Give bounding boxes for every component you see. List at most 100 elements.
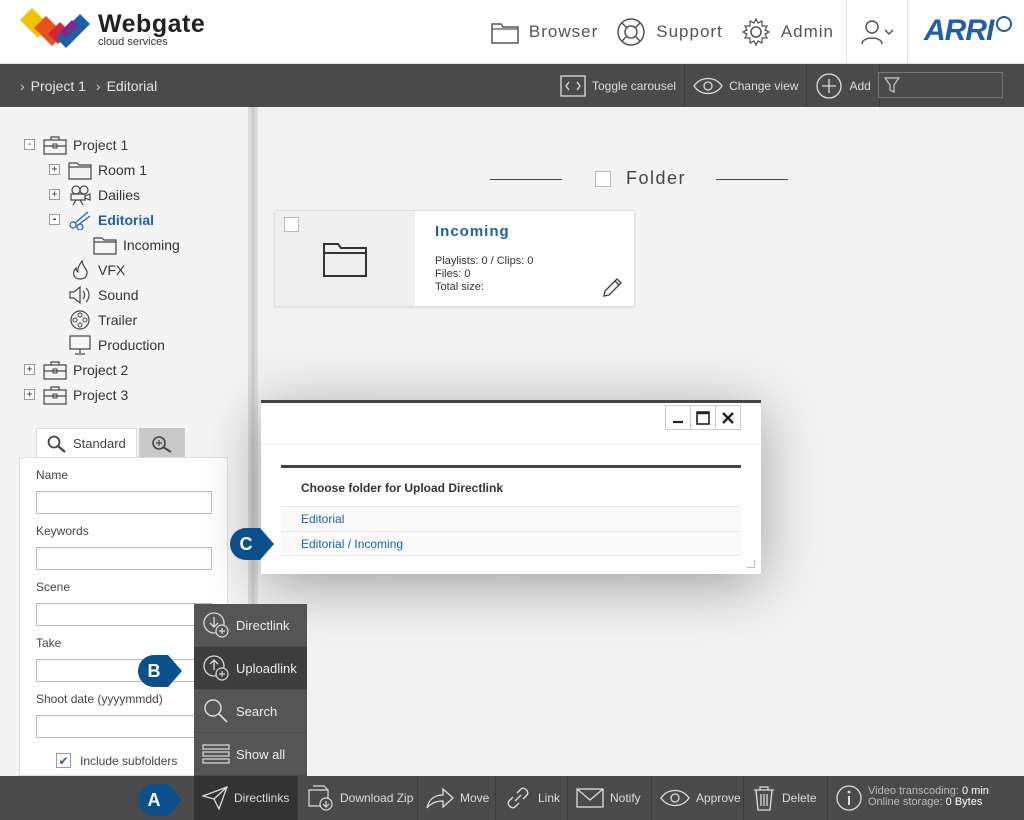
folder-card-incoming[interactable]: Incoming Playlists: 0 / Clips: 0 Files: …	[274, 210, 635, 307]
maximize-button[interactable]	[690, 405, 716, 430]
info-icon	[836, 785, 862, 811]
directlinks-button[interactable]: Directlinks	[194, 776, 298, 820]
edit-folder-button[interactable]	[601, 277, 623, 304]
top-header: Webgate cloud services Browser Support A…	[0, 0, 1024, 64]
trash-icon	[754, 786, 774, 811]
menu-item-uploadlink[interactable]: Uploadlink	[194, 647, 307, 690]
close-button[interactable]	[715, 405, 741, 430]
user-menu-button[interactable]	[846, 0, 908, 64]
link-button[interactable]: Link	[496, 776, 568, 820]
eye-icon	[660, 789, 690, 807]
tree-item-project-3[interactable]: + Project 3	[24, 382, 128, 407]
scene-input[interactable]	[36, 603, 212, 626]
folder-icon	[491, 23, 519, 44]
chain-link-icon	[507, 787, 529, 809]
search-tabs: Standard	[36, 428, 185, 458]
approve-button[interactable]: Approve	[652, 776, 744, 820]
briefcase-icon	[43, 135, 67, 155]
flame-icon	[68, 259, 92, 280]
status-info: Video transcoding: 0 min Online storage:…	[868, 785, 989, 808]
download-circle-icon	[203, 612, 229, 638]
callout-c: C	[230, 528, 274, 560]
tree-toggle[interactable]: +	[24, 364, 35, 375]
envelope-icon	[576, 788, 604, 808]
tree-item-incoming[interactable]: Incoming	[93, 232, 180, 257]
tree-item-dailies[interactable]: + Dailies	[49, 182, 140, 207]
search-icon	[204, 699, 228, 723]
breadcrumb-editorial[interactable]: › Editorial	[96, 78, 157, 94]
toggle-carousel-button[interactable]: Toggle carousel	[552, 64, 686, 107]
tree-toggle[interactable]: +	[24, 389, 35, 400]
tree-toggle[interactable]: +	[49, 164, 60, 175]
download-zip-button[interactable]: Download Zip	[298, 776, 418, 820]
tree-item-project-2[interactable]: + Project 2	[24, 357, 128, 382]
tree-item-trailer[interactable]: Trailer	[68, 307, 137, 332]
minimize-button[interactable]	[665, 405, 691, 430]
monitor-icon	[68, 334, 92, 355]
nav-admin[interactable]: Admin	[741, 17, 834, 47]
callout-b: B	[138, 655, 182, 687]
folder-option-editorial-incoming[interactable]: Editorial / Incoming	[281, 531, 741, 556]
include-subfolders-checkbox[interactable]: ✔	[56, 753, 71, 768]
folder-icon	[68, 160, 92, 180]
breadcrumb-project-1[interactable]: › Project 1	[20, 78, 86, 94]
select-all-folders-checkbox[interactable]	[595, 171, 611, 187]
tree-toggle[interactable]: +	[49, 189, 60, 200]
take-label: Take	[36, 636, 62, 650]
notify-button[interactable]: Notify	[568, 776, 652, 820]
user-icon	[861, 20, 894, 45]
filter-input[interactable]	[878, 72, 1003, 98]
move-button[interactable]: Move	[418, 776, 496, 820]
name-input[interactable]	[36, 491, 212, 514]
maximize-icon	[696, 410, 710, 425]
folder-section-header: Folder	[490, 168, 790, 190]
tab-standard-search[interactable]: Standard	[36, 428, 137, 458]
info-button[interactable]	[828, 776, 868, 820]
tree-item-production[interactable]: Production	[68, 332, 165, 357]
plus-circle-icon	[816, 72, 843, 99]
shoot-date-input[interactable]	[36, 715, 212, 738]
change-view-button[interactable]: Change view	[685, 64, 808, 107]
nav-browser-label: Browser	[528, 22, 599, 41]
speaker-icon	[68, 285, 92, 305]
resize-handle[interactable]	[747, 560, 755, 568]
menu-item-search[interactable]: Search	[194, 690, 307, 733]
callout-a: A	[138, 784, 182, 816]
download-zip-icon	[308, 785, 333, 811]
include-subfolders-row[interactable]: ✔ Include subfolders	[56, 753, 177, 768]
gear-icon	[741, 17, 771, 47]
camera-icon	[68, 184, 92, 205]
search-icon	[47, 435, 66, 453]
tree-toggle[interactable]: -	[24, 139, 35, 150]
paper-plane-icon	[202, 786, 228, 810]
tree-item-vfx[interactable]: VFX	[68, 257, 125, 282]
tab-advanced-search[interactable]	[138, 428, 185, 458]
tree-item-project-1[interactable]: - Project 1	[24, 132, 128, 157]
tree-item-sound[interactable]: Sound	[68, 282, 138, 307]
upload-circle-icon	[203, 655, 229, 681]
keywords-input[interactable]	[36, 547, 212, 570]
logo-subtitle: cloud services	[98, 35, 168, 48]
dialog-window-controls	[665, 405, 741, 430]
shoot-date-label: Shoot date (yyyymmdd)	[36, 692, 163, 706]
take-input[interactable]	[36, 659, 212, 682]
nav-support[interactable]: Support	[616, 17, 723, 47]
view-tools: Toggle carousel Change view Add	[552, 64, 880, 107]
tree-item-room-1[interactable]: + Room 1	[49, 157, 147, 182]
pencil-icon	[603, 278, 622, 297]
menu-item-directlink[interactable]: Directlink	[194, 604, 307, 647]
folder-option-editorial[interactable]: Editorial	[281, 506, 741, 531]
close-icon	[722, 411, 734, 424]
film-reel-icon	[68, 309, 92, 330]
webgate-logo[interactable]: Webgate cloud services	[20, 8, 205, 50]
directlinks-menu: Directlink Uploadlink Search Show all	[194, 604, 307, 776]
add-button[interactable]: Add	[807, 64, 880, 107]
choose-folder-dialog: Choose folder for Upload Directlink Edit…	[261, 400, 761, 574]
folder-card-checkbox[interactable]	[284, 217, 299, 232]
menu-item-show-all[interactable]: Show all	[194, 733, 307, 776]
tree-toggle[interactable]: -	[49, 214, 60, 225]
tree-item-editorial[interactable]: - Editorial	[49, 207, 154, 232]
nav-browser[interactable]: Browser	[491, 20, 598, 44]
briefcase-icon	[43, 360, 67, 380]
delete-button[interactable]: Delete	[744, 776, 828, 820]
